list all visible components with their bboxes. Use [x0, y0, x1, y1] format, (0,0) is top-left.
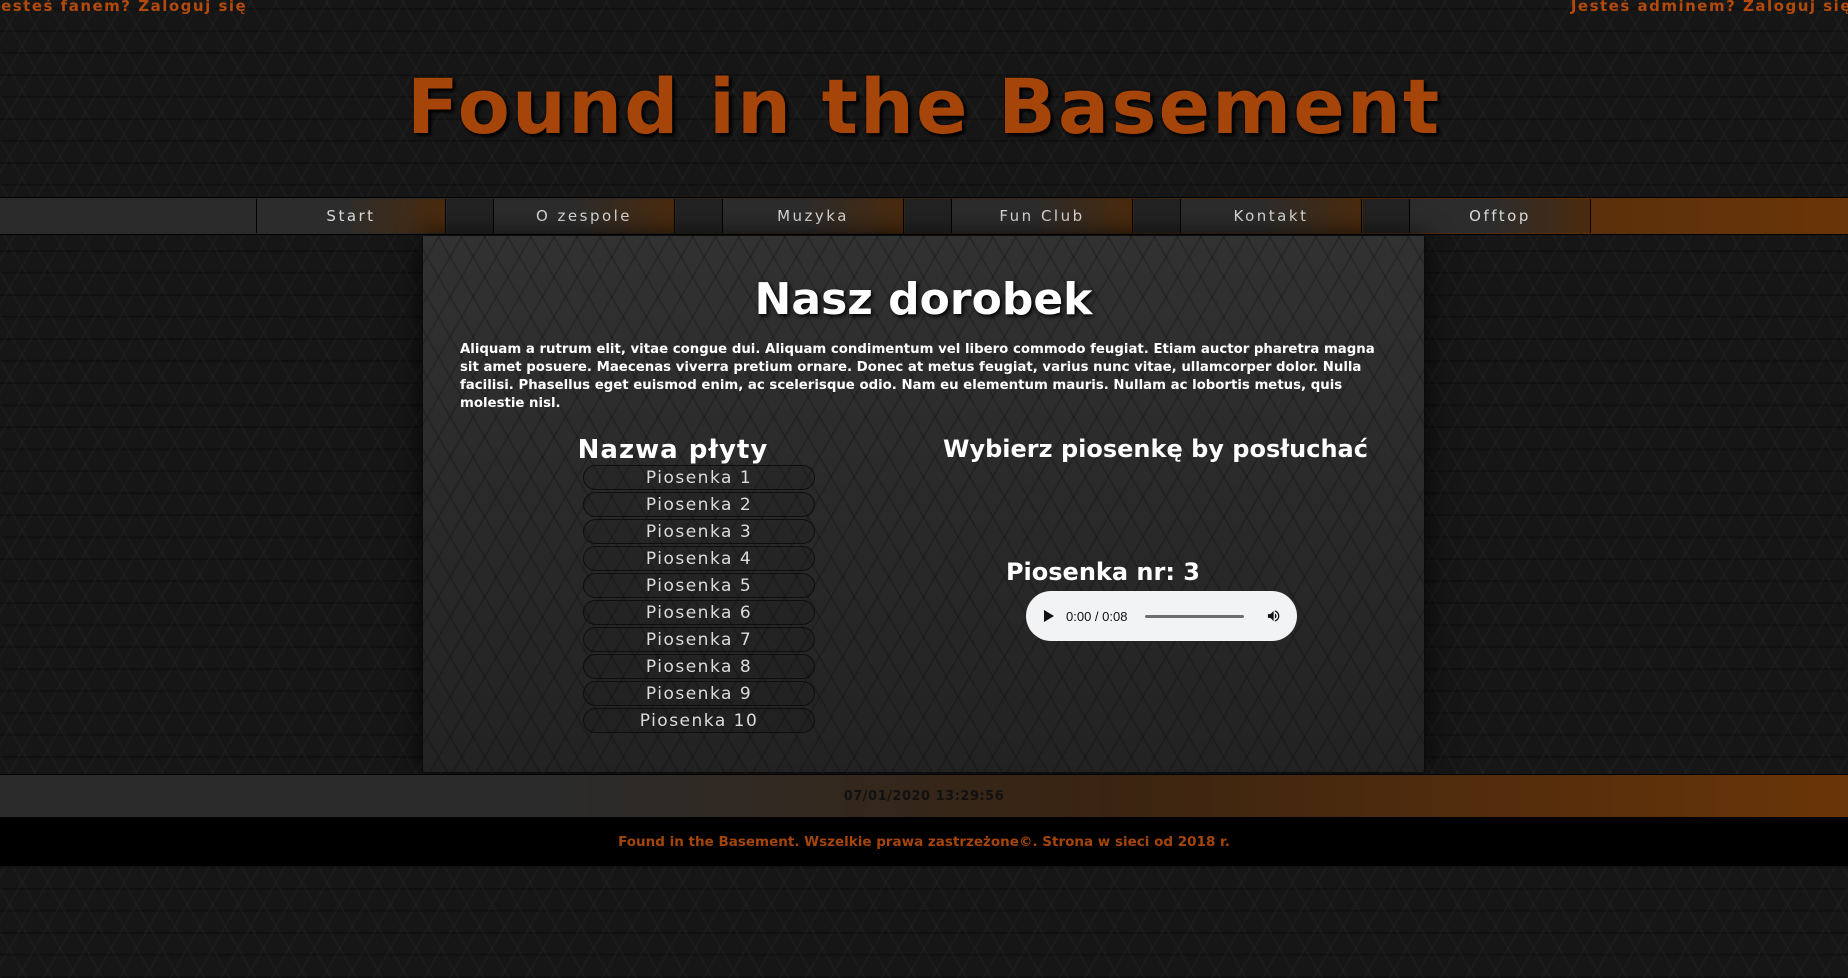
- nav-fun-club[interactable]: Fun Club: [951, 199, 1133, 233]
- song-item-3[interactable]: Piosenka 3: [583, 519, 815, 544]
- song-item-1[interactable]: Piosenka 1: [583, 465, 815, 490]
- play-icon[interactable]: [1044, 610, 1054, 622]
- audio-seek-bar[interactable]: [1145, 614, 1244, 618]
- now-playing-label: Piosenka nr: 3: [1005, 558, 1201, 586]
- nav-o-zespole[interactable]: O zespole: [493, 199, 675, 233]
- song-item-4[interactable]: Piosenka 4: [583, 546, 815, 571]
- song-item-7[interactable]: Piosenka 7: [583, 627, 815, 652]
- nav-divider: [447, 199, 493, 233]
- album-title: Nazwa płyty: [577, 435, 769, 465]
- nav-divider: [1134, 199, 1180, 233]
- footer-bar: 07/01/2020 13:29:56: [0, 774, 1848, 818]
- song-item-10[interactable]: Piosenka 10: [583, 708, 815, 733]
- audio-time-display: 0:00 / 0:08: [1066, 608, 1128, 624]
- nav-divider: [676, 199, 722, 233]
- choose-song-heading: Wybierz piosenkę by posłuchać: [943, 435, 1368, 463]
- song-item-5[interactable]: Piosenka 5: [583, 573, 815, 598]
- song-item-2[interactable]: Piosenka 2: [583, 492, 815, 517]
- copyright-text: Found in the Basement. Wszelkie prawa za…: [618, 834, 1230, 850]
- fan-login-link[interactable]: Jesteś fanem? Zaloguj się: [0, 0, 247, 15]
- site-title: Found in the Basement: [406, 62, 1442, 151]
- song-item-9[interactable]: Piosenka 9: [583, 681, 815, 706]
- song-list: Piosenka 1 Piosenka 2 Piosenka 3 Piosenk…: [583, 465, 815, 735]
- nav-kontakt[interactable]: Kontakt: [1180, 199, 1362, 233]
- main-content-panel: Nasz dorobek Aliquam a rutrum elit, vita…: [422, 236, 1425, 772]
- nav-muzyka[interactable]: Muzyka: [722, 199, 904, 233]
- footer-timestamp: 07/01/2020 13:29:56: [843, 788, 1005, 804]
- page-heading: Nasz dorobek: [754, 274, 1093, 325]
- nav-divider: [1363, 199, 1409, 233]
- audio-player: 0:00 / 0:08: [1026, 591, 1297, 641]
- nav-offtop[interactable]: Offtop: [1409, 199, 1591, 233]
- nav-divider: [905, 199, 951, 233]
- song-item-8[interactable]: Piosenka 8: [583, 654, 815, 679]
- copyright-bar: Found in the Basement. Wszelkie prawa za…: [0, 818, 1848, 866]
- volume-icon[interactable]: [1266, 608, 1281, 624]
- admin-login-link[interactable]: Jesteś adminem? Zaloguj się: [1571, 0, 1848, 15]
- song-item-6[interactable]: Piosenka 6: [583, 600, 815, 625]
- nav-start[interactable]: Start: [256, 199, 446, 233]
- intro-paragraph: Aliquam a rutrum elit, vitae congue dui.…: [460, 342, 1375, 411]
- main-navbar: Start O zespole Muzyka Fun Club Kontakt …: [0, 197, 1848, 235]
